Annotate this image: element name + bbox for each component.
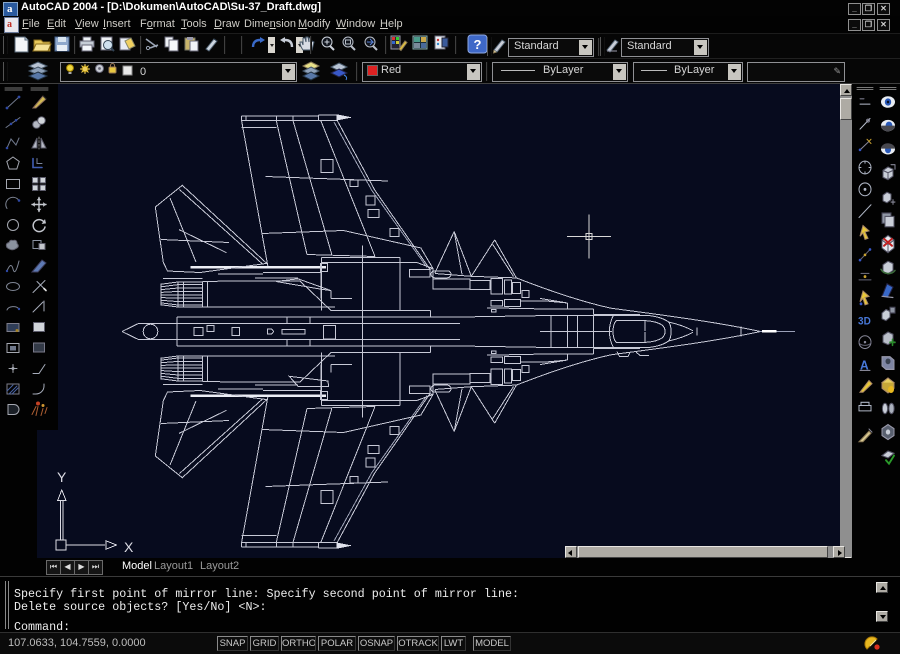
- svg-text:Y: Y: [57, 469, 67, 485]
- svg-text:X: X: [124, 539, 134, 555]
- svg-text:3D: 3D: [858, 316, 871, 327]
- svg-text:0: 0: [140, 66, 146, 78]
